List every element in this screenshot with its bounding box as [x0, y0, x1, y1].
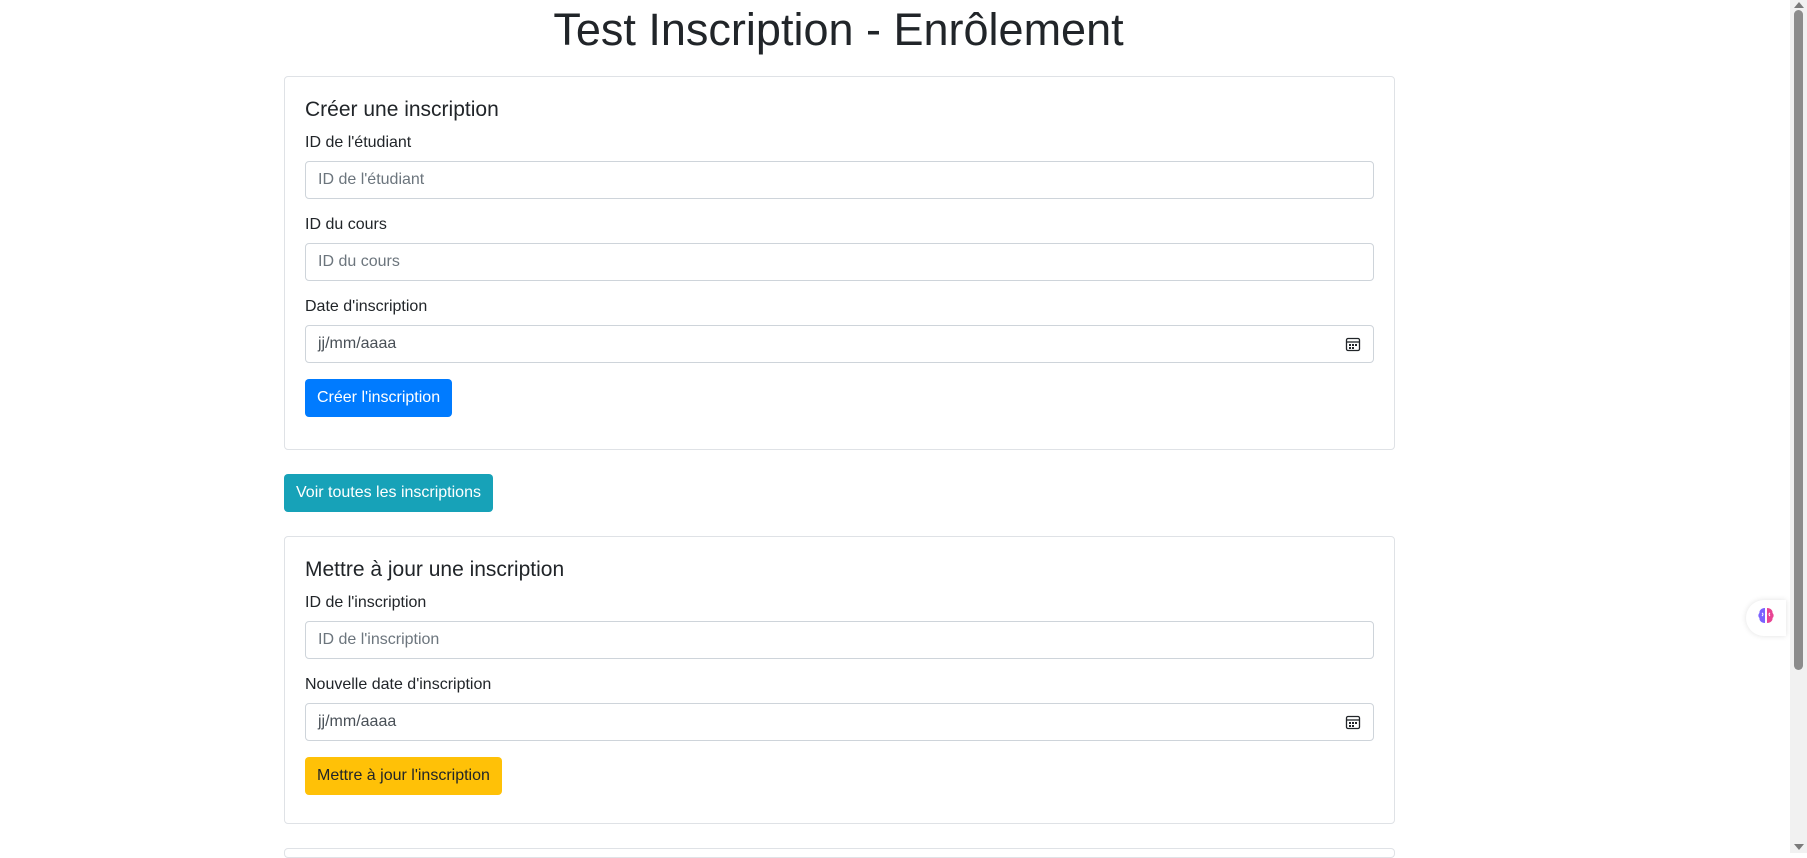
student-id-placeholder: ID de l'étudiant — [318, 171, 425, 188]
enrollment-date-placeholder: jj/mm/aaaa — [318, 335, 397, 352]
assistant-floating-button[interactable] — [1746, 600, 1786, 636]
new-date-input[interactable]: jj/mm/aaaa — [305, 703, 1374, 741]
update-enrollment-card: Mettre à jour une inscription ID de l'in… — [284, 536, 1395, 824]
scroll-up-arrow-icon[interactable] — [1794, 2, 1804, 8]
create-enrollment-button[interactable]: Créer l'inscription — [305, 379, 453, 417]
course-id-placeholder: ID du cours — [318, 253, 400, 270]
next-card-edge — [284, 848, 1395, 858]
enrollment-id-placeholder: ID de l'inscription — [318, 631, 440, 648]
update-card-title: Mettre à jour une inscription — [305, 558, 565, 581]
scroll-thumb[interactable] — [1794, 10, 1803, 670]
course-id-input[interactable]: ID du cours — [305, 243, 1374, 281]
update-enrollment-button[interactable]: Mettre à jour l'inscription — [305, 757, 502, 795]
create-card-title: Créer une inscription — [305, 98, 499, 121]
brain-icon — [1755, 605, 1777, 632]
calendar-icon[interactable] — [1345, 714, 1361, 730]
new-date-placeholder: jj/mm/aaaa — [318, 713, 397, 730]
calendar-icon[interactable] — [1345, 336, 1361, 352]
page-title: Test Inscription - Enrôlement — [553, 4, 1124, 55]
new-date-label: Nouvelle date d'inscription — [305, 676, 492, 693]
scroll-down-arrow-icon[interactable] — [1794, 844, 1804, 850]
enrollment-id-input[interactable]: ID de l'inscription — [305, 621, 1374, 659]
course-id-label: ID du cours — [305, 216, 387, 233]
view-all-enrollments-button[interactable]: Voir toutes les inscriptions — [284, 474, 493, 512]
vertical-scrollbar[interactable] — [1790, 0, 1807, 853]
student-id-input[interactable]: ID de l'étudiant — [305, 161, 1374, 199]
student-id-label: ID de l'étudiant — [305, 134, 412, 151]
enrollment-id-label: ID de l'inscription — [305, 594, 427, 611]
enrollment-date-label: Date d'inscription — [305, 298, 428, 315]
create-enrollment-card: Créer une inscription ID de l'étudiant I… — [284, 76, 1395, 450]
enrollment-date-input[interactable]: jj/mm/aaaa — [305, 325, 1374, 363]
